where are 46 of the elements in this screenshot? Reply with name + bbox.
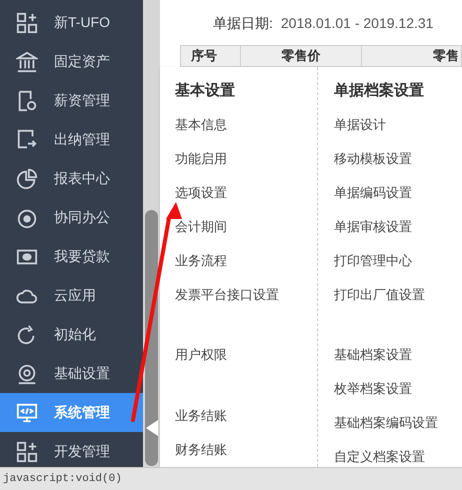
sidebar-item[interactable]: 云应用 (0, 276, 143, 315)
menu-item[interactable]: 自定义档案设置 (334, 448, 425, 466)
menu-item[interactable]: 基础档案编码设置 (334, 414, 438, 432)
menu-item[interactable]: 会计期间 (175, 218, 227, 236)
menu-item[interactable]: 移动模板设置 (334, 150, 412, 168)
date-range: 2018.01.01 - 2019.12.31 (280, 14, 434, 33)
menu-item[interactable]: 发票平台接口设置 (175, 286, 279, 304)
menu-item[interactable]: 单据设计 (334, 116, 386, 134)
column-header: 零售价 (282, 47, 320, 66)
menu-item[interactable]: 单据审核设置 (334, 218, 412, 236)
menu-item[interactable]: 业务流程 (175, 252, 227, 270)
scrollbar[interactable] (143, 0, 160, 467)
column-header: 零售 (433, 47, 459, 66)
menu-item[interactable]: 财务结账 (175, 441, 227, 459)
menu-item[interactable]: 基本信息 (175, 116, 227, 134)
menu-section-title: 基本设置 (175, 81, 236, 101)
menu-item[interactable]: 单据编码设置 (334, 184, 412, 202)
menu-item[interactable]: 功能启用 (175, 150, 227, 168)
sidebar-item[interactable]: 基础设置 (0, 354, 143, 393)
status-text: javascript:void(0) (3, 472, 122, 487)
menu-item[interactable]: 打印出厂值设置 (334, 286, 425, 304)
menu-item[interactable]: 业务结账 (175, 407, 227, 425)
grid-plus-icon (16, 12, 38, 34)
sidebar-item[interactable]: 我要贷款 (0, 237, 143, 276)
sidebar-item[interactable]: 出纳管理 (0, 120, 143, 159)
menu-item[interactable]: 用户权限 (175, 346, 227, 364)
menu-item[interactable]: 枚举档案设置 (334, 380, 412, 398)
sidebar-item[interactable]: 固定资产 (0, 42, 143, 81)
sidebar-item[interactable]: 薪资管理 (0, 81, 143, 120)
bank-icon (16, 50, 38, 72)
menu-item[interactable]: 打印管理中心 (334, 252, 412, 270)
sidebar-item[interactable]: 初始化 (0, 315, 143, 354)
menu-pointer-icon (146, 420, 158, 436)
code-monitor-icon (16, 402, 38, 424)
sidebar-item[interactable]: 开发管理 (0, 432, 143, 467)
column-header: 序号 (191, 47, 217, 66)
sidebar-item[interactable]: 协同办公 (0, 198, 143, 237)
grid-plus-icon (16, 440, 38, 462)
menu-item[interactable]: 选项设置 (175, 184, 227, 202)
sidebar-item[interactable]: 报表中心 (0, 159, 143, 198)
sidebar-item[interactable]: 新T-UFO (0, 3, 143, 42)
menu-section-title: 单据档案设置 (334, 80, 425, 101)
document-arrow-icon (16, 128, 38, 150)
date-label: 单据日期: (213, 14, 273, 33)
pie-chart-icon (16, 168, 38, 190)
menu-item[interactable]: 基础档案设置 (334, 346, 412, 364)
